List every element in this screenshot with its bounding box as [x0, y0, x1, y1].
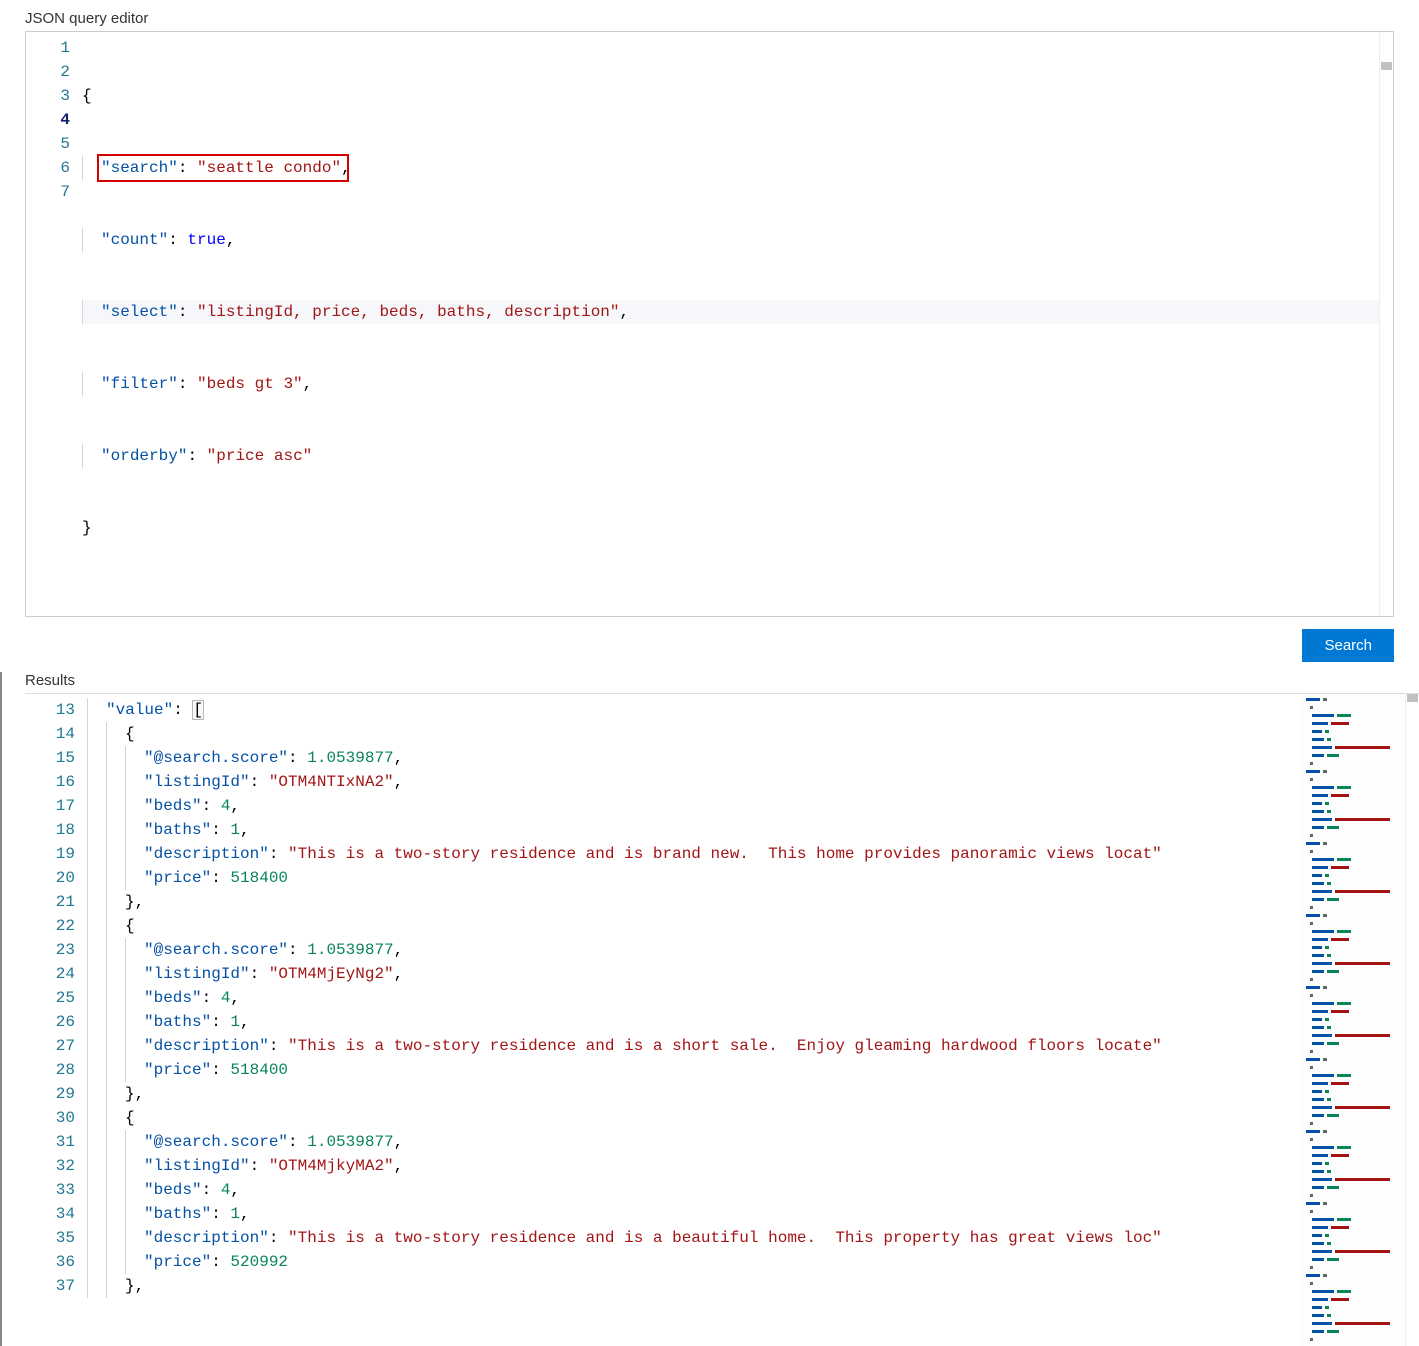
query-count-value: true	[187, 231, 225, 249]
query-filter-value: beds gt 3	[207, 375, 293, 393]
query-gutter: 1 2 3 4 5 6 7	[26, 32, 82, 616]
results-label: Results	[25, 672, 1394, 689]
json-query-editor[interactable]: 1 2 3 4 5 6 7 { "search": "seattle condo…	[25, 31, 1394, 617]
results-editor[interactable]: 1314151617181920212223242526272829303132…	[25, 693, 1419, 1346]
results-scrollbar[interactable]	[1405, 694, 1419, 1346]
query-search-value: seattle condo	[207, 159, 332, 177]
query-orderby-value: price asc	[216, 447, 302, 465]
query-select-value: listingId, price, beds, baths, descripti…	[207, 303, 610, 321]
query-orderby-key: orderby	[111, 447, 178, 465]
results-code[interactable]: "value": [{"@search.score": 1.0539877,"l…	[87, 694, 1300, 1346]
query-code[interactable]: { "search": "seattle condo", "count": tr…	[82, 32, 1379, 616]
results-gutter: 1314151617181920212223242526272829303132…	[25, 694, 87, 1346]
query-editor-label: JSON query editor	[25, 10, 1394, 27]
search-button[interactable]: Search	[1302, 629, 1394, 662]
query-scrollbar[interactable]	[1379, 32, 1393, 616]
minimap[interactable]	[1300, 694, 1405, 1346]
